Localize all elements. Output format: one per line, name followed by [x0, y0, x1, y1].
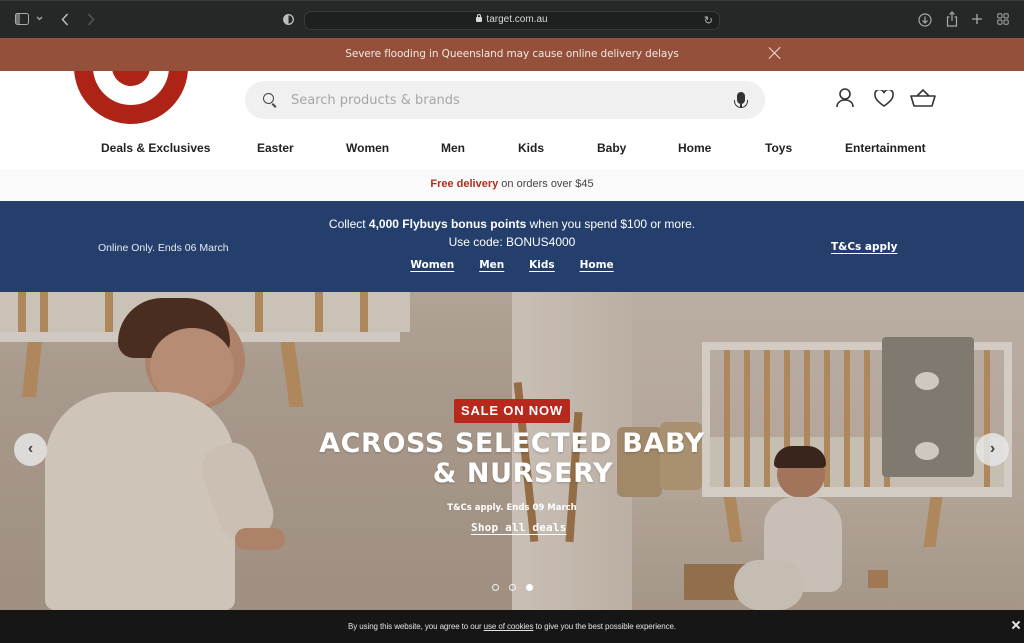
- promo-link-men[interactable]: Men: [479, 259, 504, 271]
- new-tab-icon[interactable]: [971, 13, 983, 25]
- flybuys-promo-banner: Online Only. Ends 06 March Collect 4,000…: [0, 201, 1024, 292]
- promo-terms-link[interactable]: T&Cs apply: [831, 241, 898, 253]
- carousel-dot-1[interactable]: [491, 584, 499, 591]
- microphone-stand: [734, 100, 748, 108]
- tab-overview-icon[interactable]: [997, 13, 1009, 25]
- hero-headline-line-1: ACROSS SELECTED BABY: [319, 428, 705, 459]
- search-bar[interactable]: [245, 81, 765, 119]
- promo-link-kids[interactable]: Kids: [529, 259, 555, 271]
- basket-icon[interactable]: [910, 88, 936, 107]
- nav-entertainment[interactable]: Entertainment: [845, 141, 926, 155]
- chevron-right-icon: ›: [989, 440, 996, 457]
- lock-icon: [476, 14, 483, 22]
- chevron-down-icon[interactable]: [36, 16, 43, 21]
- sidebar-icon[interactable]: [15, 13, 29, 25]
- nav-toys[interactable]: Toys: [765, 141, 792, 155]
- promo-link-women[interactable]: Women: [410, 259, 454, 271]
- free-delivery-text: on orders over $45: [498, 178, 594, 190]
- nav-kids[interactable]: Kids: [518, 141, 544, 155]
- forward-icon[interactable]: [87, 13, 95, 26]
- nav-baby[interactable]: Baby: [597, 141, 626, 155]
- alert-message: Severe flooding in Queensland may cause …: [345, 48, 679, 60]
- nav-easter[interactable]: Easter: [257, 141, 294, 155]
- promo-link-home[interactable]: Home: [580, 259, 614, 271]
- carousel-next-button[interactable]: ›: [976, 433, 1009, 466]
- nav-women[interactable]: Women: [346, 141, 389, 155]
- nav-men[interactable]: Men: [441, 141, 465, 155]
- share-icon[interactable]: [946, 11, 958, 27]
- hero-headline: ACROSS SELECTED BABY & NURSERY: [0, 429, 1024, 489]
- search-icon[interactable]: [263, 93, 274, 104]
- close-alert-icon[interactable]: [766, 44, 784, 62]
- promo-links: Women Men Kids Home: [0, 259, 1024, 271]
- promo-headline-post: when you spend $100 or more.: [526, 217, 696, 231]
- cookie-text-post: to give you the best possible experience…: [533, 622, 677, 631]
- search-input[interactable]: [291, 89, 711, 111]
- category-nav: Deals & Exclusives Easter Women Men Kids…: [0, 141, 1024, 159]
- carousel-dot-2[interactable]: [508, 584, 516, 591]
- site-header: Deals & Exclusives Easter Women Men Kids…: [0, 71, 1024, 169]
- cookie-notice: By using this website, you agree to our …: [0, 610, 1024, 643]
- alert-banner: Severe flooding in Queensland may cause …: [0, 38, 1024, 71]
- nav-home[interactable]: Home: [678, 141, 711, 155]
- chevron-left-icon: ‹: [27, 440, 34, 457]
- promo-headline-pre: Collect: [328, 217, 369, 231]
- promo-headline-bold: 4,000 Flybuys bonus points: [368, 217, 527, 231]
- cookie-policy-link[interactable]: use of cookies: [484, 622, 534, 631]
- address-bar[interactable]: target.com.au ↻: [304, 11, 720, 30]
- sale-badge: SALE ON NOW: [454, 399, 570, 423]
- promo-headline: Collect 4,000 Flybuys bonus points when …: [0, 217, 1024, 231]
- cookie-text-pre: By using this website, you agree to our: [348, 622, 484, 631]
- download-icon[interactable]: [918, 13, 932, 27]
- url-text: target.com.au: [486, 14, 548, 25]
- wishlist-heart-icon[interactable]: [874, 90, 894, 107]
- account-icon[interactable]: [836, 88, 854, 108]
- nav-deals-exclusives[interactable]: Deals & Exclusives: [101, 141, 210, 155]
- privacy-shield-icon[interactable]: [283, 13, 294, 26]
- reload-icon[interactable]: ↻: [704, 14, 713, 27]
- hero-terms: T&Cs apply. Ends 09 March: [447, 503, 577, 513]
- shop-all-deals-link[interactable]: Shop all deals: [471, 521, 567, 534]
- hero-headline-line-2: & NURSERY: [432, 458, 614, 489]
- hero-carousel[interactable]: SALE ON NOW ACROSS SELECTED BABY & NURSE…: [0, 292, 1024, 610]
- carousel-prev-button[interactable]: ‹: [14, 433, 47, 466]
- carousel-dot-3[interactable]: [525, 584, 533, 591]
- back-icon[interactable]: [61, 13, 69, 26]
- target-logo[interactable]: [73, 71, 189, 125]
- free-delivery-highlight: Free delivery: [430, 178, 499, 190]
- close-cookie-icon[interactable]: [1011, 620, 1021, 630]
- free-delivery-banner: Free delivery on orders over $45: [0, 169, 1024, 201]
- browser-toolbar: target.com.au ↻: [0, 0, 1024, 38]
